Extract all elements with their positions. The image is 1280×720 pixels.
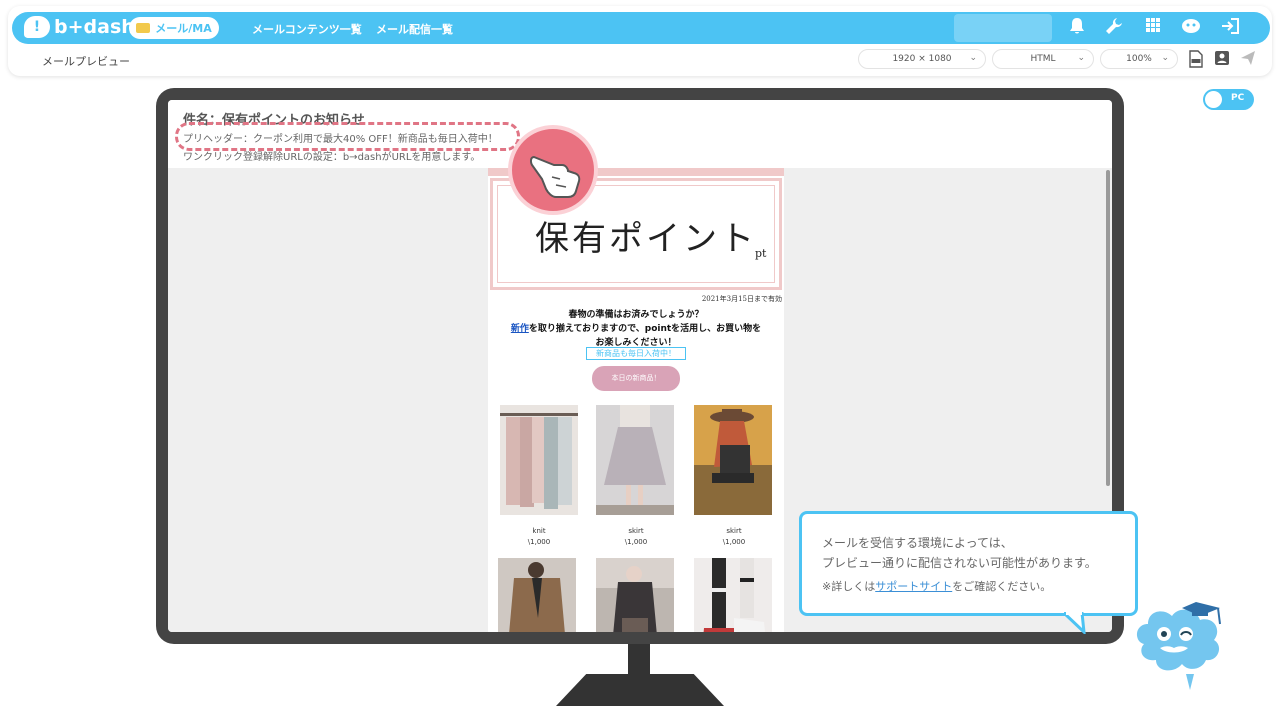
logo-mark-icon: ! [24, 16, 50, 38]
preheader-highlight [175, 122, 520, 151]
product-image-2[interactable] [596, 405, 674, 515]
chevron-down-icon: ⌄ [969, 53, 977, 63]
product-name: knit [532, 527, 546, 535]
new-items-link[interactable]: 新作 [511, 324, 529, 334]
mascot-icon [1130, 594, 1230, 694]
tooltip-line-3-post: をご確認ください。 [952, 580, 1052, 593]
message-line-2-text: を取り揃えておりますので、pointを活用し、お買い物を [528, 324, 762, 334]
hand-pointer-icon [508, 125, 598, 215]
banner-unit: pt [755, 247, 767, 260]
zoom-select[interactable]: 100% ⌄ [1100, 49, 1178, 69]
preview-scrollbar[interactable] [1106, 170, 1110, 486]
format-value: HTML [1030, 54, 1056, 64]
product-image-3[interactable] [694, 405, 772, 515]
new-items-button[interactable]: 本日の新商品！ [592, 366, 680, 391]
toggle-label: PC [1231, 93, 1245, 103]
product-image-4[interactable] [498, 558, 576, 632]
bell-icon[interactable] [1066, 17, 1088, 39]
user-info[interactable] [954, 14, 1052, 42]
chevron-down-icon: ⌄ [1161, 53, 1169, 63]
product-name: skirt [726, 527, 742, 535]
mode-switch-button[interactable]: メール/MA [129, 17, 219, 39]
logout-icon[interactable] [1219, 17, 1241, 39]
email-preview: 保有ポイント pt 2021年3月15日まで有効 春物の準備はお済みでしょうか？… [488, 168, 784, 632]
product-image-5[interactable] [596, 558, 674, 632]
mode-label: メール/MA [155, 22, 212, 35]
html-file-icon[interactable] [1187, 50, 1205, 68]
mascot-icon[interactable] [1180, 17, 1202, 39]
device-toggle[interactable]: PC [1203, 89, 1254, 110]
contact-icon[interactable] [1213, 50, 1231, 68]
zoom-value: 100% [1126, 54, 1152, 64]
navbar: ! b+dash メール/MA メールコンテンツ一覧 メール配信一覧 [12, 12, 1270, 44]
nav-mail-contents[interactable]: メールコンテンツ一覧 [252, 21, 362, 37]
send-icon[interactable] [1239, 50, 1257, 68]
tooltip-tail [1064, 612, 1086, 634]
product-price: \1,000 [722, 538, 746, 546]
warning-tooltip: メールを受信する環境によっては、 プレビュー通りに配信されない可能性があります。… [799, 511, 1138, 616]
grid-icon[interactable] [1142, 17, 1164, 39]
monitor-stand-base [556, 674, 724, 706]
product-price: \1,000 [527, 538, 551, 546]
message-line-2: 新作を取り揃えておりますので、pointを活用し、お買い物を [488, 321, 784, 334]
folder-icon [136, 23, 151, 33]
support-site-link[interactable]: サポートサイト [875, 580, 952, 593]
tooltip-line-3-pre: ※詳しくは [822, 580, 876, 593]
valid-until: 2021年3月15日まで有効 [701, 295, 782, 303]
tooltip-line-2: プレビュー通りに配信されない可能性があります。 [822, 556, 1097, 570]
resolution-select[interactable]: 1920 × 1080 ⌄ [858, 49, 986, 69]
new-items-badge: 新商品も毎日入荷中！ [586, 347, 686, 360]
toggle-knob [1205, 91, 1222, 108]
monitor-stand-neck [628, 644, 650, 676]
product-name: skirt [628, 527, 644, 535]
resolution-value: 1920 × 1080 [892, 54, 952, 64]
logo-text: b+dash [54, 16, 135, 38]
banner-title: 保有ポイント [535, 219, 757, 259]
tooltip-line-3: ※詳しくはサポートサイトをご確認ください。 [822, 578, 1051, 594]
page-title: メールプレビュー [42, 55, 130, 68]
wrench-icon[interactable] [1103, 17, 1125, 39]
nav-mail-deliveries[interactable]: メール配信一覧 [376, 21, 453, 37]
message-line-1: 春物の準備はお済みでしょうか？ [568, 310, 704, 320]
product-price: \1,000 [624, 538, 648, 546]
product-image-6[interactable] [694, 558, 772, 632]
chevron-down-icon: ⌄ [1077, 53, 1085, 63]
logo[interactable]: ! b+dash [24, 16, 135, 38]
product-image-1[interactable] [500, 405, 578, 515]
tooltip-line-1: メールを受信する環境によっては、 [822, 536, 1013, 550]
format-select[interactable]: HTML ⌄ [992, 49, 1094, 69]
